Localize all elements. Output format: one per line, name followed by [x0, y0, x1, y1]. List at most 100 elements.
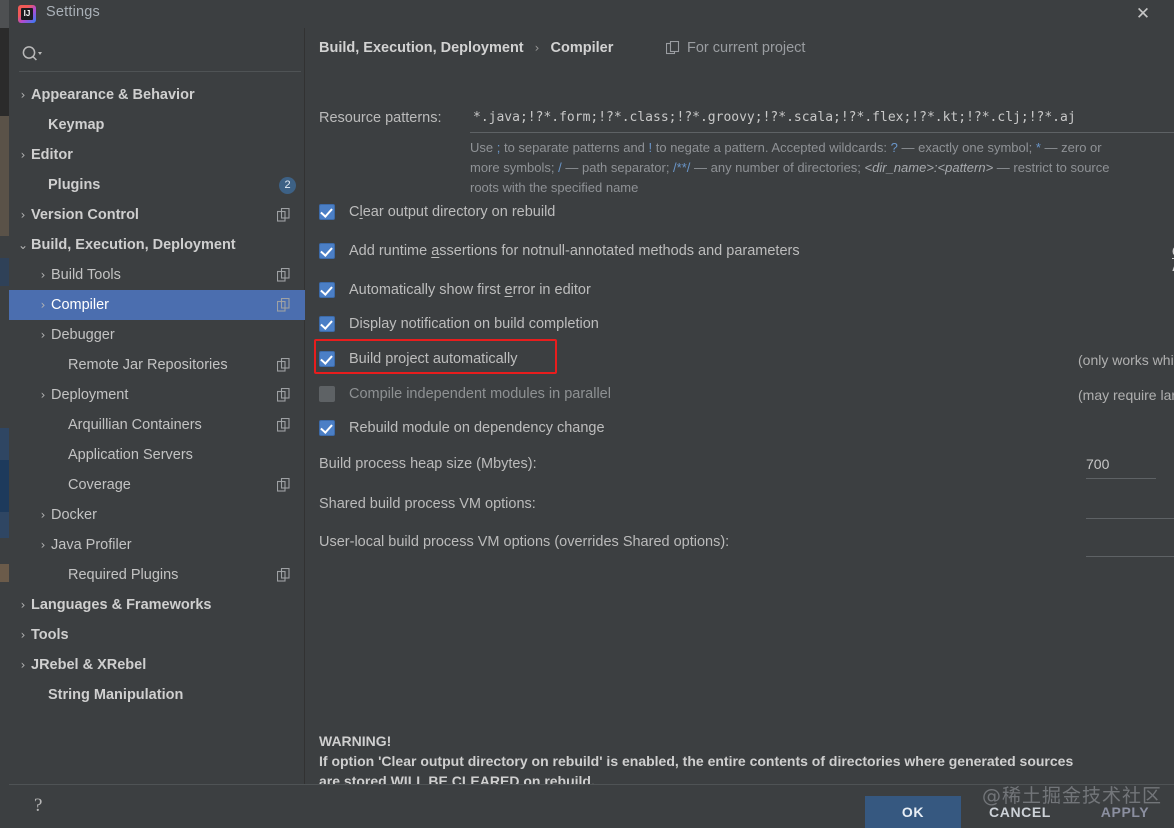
- checkbox-indicator[interactable]: [319, 316, 335, 332]
- checkbox-clear-output-directory-on-rebuild[interactable]: Clear output directory on rebuild: [319, 204, 555, 220]
- settings-tree: › Appearance & Behavior Keymap › Editor Plugi…: [9, 80, 305, 784]
- sidebar-divider: [19, 71, 301, 72]
- checkbox-rebuild-module-on-dependency-change[interactable]: Rebuild module on dependency change: [319, 420, 605, 436]
- sidebar-item-label: Arquillian Containers: [68, 417, 202, 433]
- chevron-right-icon[interactable]: ›: [35, 508, 51, 522]
- chevron-right-icon[interactable]: ›: [35, 298, 51, 312]
- settings-main-panel: Build, Execution, Deployment › Compiler …: [306, 28, 1174, 784]
- field-underline: [1086, 478, 1156, 479]
- chevron-right-icon[interactable]: ›: [35, 328, 51, 342]
- for-current-project-button[interactable]: For current project: [666, 40, 805, 56]
- resource-patterns-input[interactable]: [471, 109, 1174, 126]
- sidebar-item-build-execution-deployment[interactable]: ⌄ Build, Execution, Deployment: [9, 230, 305, 260]
- checkbox-indicator[interactable]: [319, 386, 335, 402]
- sidebar-item-label: Remote Jar Repositories: [68, 357, 228, 373]
- sidebar-item-arquillian-containers[interactable]: Arquillian Containers: [9, 410, 305, 440]
- close-icon[interactable]: ✕: [1120, 0, 1166, 28]
- search-icon[interactable]: [21, 44, 43, 64]
- sidebar-item-label: Debugger: [51, 327, 115, 343]
- copy-settings-icon[interactable]: [277, 298, 291, 312]
- copy-settings-icon[interactable]: [277, 418, 291, 432]
- sidebar-item-tools[interactable]: › Tools: [9, 620, 305, 650]
- sidebar-item-compiler[interactable]: › Compiler: [9, 290, 305, 320]
- checkbox-indicator[interactable]: [319, 243, 335, 259]
- checkbox-add-runtime-assertions-for-notnull-annotated-met[interactable]: Add runtime assertions for notnull-annot…: [319, 243, 800, 259]
- breadcrumb-category[interactable]: Build, Execution, Deployment: [319, 40, 524, 56]
- sidebar-item-appearance-behavior[interactable]: › Appearance & Behavior: [9, 80, 305, 110]
- search-row: [9, 37, 305, 71]
- checkbox-display-notification-on-build-completion[interactable]: Display notification on build completion: [319, 316, 599, 332]
- checkbox-indicator[interactable]: [319, 204, 335, 220]
- sidebar-item-build-tools[interactable]: › Build Tools: [9, 260, 305, 290]
- copy-settings-icon[interactable]: [277, 208, 291, 222]
- help-button[interactable]: ?: [34, 795, 42, 817]
- sidebar-item-jrebel-xrebel[interactable]: › JRebel & XRebel: [9, 650, 305, 680]
- plugins-update-badge: 2: [279, 177, 296, 194]
- checkbox-build-project-automatically[interactable]: Build project automatically: [319, 351, 517, 367]
- checkbox-indicator[interactable]: [319, 282, 335, 298]
- sidebar-item-label: Build, Execution, Deployment: [31, 237, 236, 253]
- sidebar-item-plugins[interactable]: Plugins 2: [9, 170, 305, 200]
- sidebar-item-label: Deployment: [51, 387, 129, 403]
- checkbox-label: Clear output directory on rebuild: [349, 204, 556, 220]
- chevron-right-icon[interactable]: ›: [35, 388, 51, 402]
- settings-sidebar: › Appearance & Behavior Keymap › Editor Plugi…: [9, 28, 305, 784]
- checkbox-compile-independent-modules-in-parallel[interactable]: Compile independent modules in parallel: [319, 386, 611, 402]
- apply-button[interactable]: APPLY: [1082, 796, 1168, 828]
- field-underline: [1086, 556, 1174, 557]
- resource-patterns-label: Resource patterns:: [319, 110, 442, 126]
- checkbox-label: Compile independent modules in parallel: [349, 386, 611, 402]
- copy-settings-icon[interactable]: [277, 268, 291, 282]
- chevron-right-icon[interactable]: ›: [35, 538, 51, 552]
- warning-line-1: If option 'Clear output directory on reb…: [319, 753, 1074, 769]
- resource-patterns-field[interactable]: [470, 108, 1174, 133]
- sidebar-item-label: Coverage: [68, 477, 131, 493]
- checkbox-indicator[interactable]: [319, 351, 335, 367]
- sidebar-item-string-manipulation[interactable]: String Manipulation: [9, 680, 305, 710]
- chevron-right-icon[interactable]: ›: [15, 598, 31, 612]
- sidebar-item-deployment[interactable]: › Deployment: [9, 380, 305, 410]
- sidebar-item-required-plugins[interactable]: Required Plugins: [9, 560, 305, 590]
- sidebar-item-label: Version Control: [31, 207, 139, 223]
- chevron-down-icon[interactable]: ⌄: [15, 238, 31, 252]
- copy-settings-icon[interactable]: [277, 388, 291, 402]
- sidebar-item-application-servers[interactable]: Application Servers: [9, 440, 305, 470]
- sidebar-item-label: Docker: [51, 507, 97, 523]
- field-value-build-process-heap-size-mbytes[interactable]: 700: [1086, 456, 1156, 472]
- chevron-right-icon[interactable]: ›: [35, 268, 51, 282]
- sidebar-item-label: Tools: [31, 627, 69, 643]
- checkbox-indicator[interactable]: [319, 420, 335, 436]
- sidebar-item-languages-frameworks[interactable]: › Languages & Frameworks: [9, 590, 305, 620]
- sidebar-item-coverage[interactable]: Coverage: [9, 470, 305, 500]
- chevron-right-icon[interactable]: ›: [15, 628, 31, 642]
- chevron-right-icon[interactable]: ›: [15, 208, 31, 222]
- sidebar-item-keymap[interactable]: Keymap: [9, 110, 305, 140]
- search-input[interactable]: [47, 41, 291, 67]
- help-line-3: roots with the specified name: [470, 180, 639, 195]
- sidebar-item-label: Languages & Frameworks: [31, 597, 212, 613]
- checkbox-label: Build project automatically: [349, 351, 518, 367]
- sidebar-item-docker[interactable]: › Docker: [9, 500, 305, 530]
- warning-line-2: are stored WILL BE CLEARED on rebuild.: [319, 773, 595, 784]
- ok-button[interactable]: OK: [865, 796, 961, 828]
- sidebar-item-version-control[interactable]: › Version Control: [9, 200, 305, 230]
- sidebar-item-java-profiler[interactable]: › Java Profiler: [9, 530, 305, 560]
- chevron-right-icon[interactable]: ›: [15, 148, 31, 162]
- checkbox-label: Add runtime assertions for notnull-annot…: [349, 243, 800, 259]
- checkbox-label: Rebuild module on dependency change: [349, 420, 605, 436]
- copy-settings-icon[interactable]: [277, 358, 291, 372]
- sidebar-item-debugger[interactable]: › Debugger: [9, 320, 305, 350]
- chevron-right-icon[interactable]: ›: [15, 658, 31, 672]
- warning-title: WARNING!: [319, 733, 392, 749]
- sidebar-item-editor[interactable]: › Editor: [9, 140, 305, 170]
- checkbox-automatically-show-first-error-in-editor[interactable]: Automatically show first error in editor: [319, 282, 591, 298]
- intellij-idea-icon: IJ: [18, 5, 36, 23]
- cancel-button[interactable]: CANCEL: [972, 796, 1068, 828]
- sidebar-item-label: Editor: [31, 147, 73, 163]
- copy-settings-icon[interactable]: [277, 478, 291, 492]
- copy-settings-icon[interactable]: [277, 568, 291, 582]
- warning-message: WARNING! If option 'Clear output directo…: [319, 731, 1174, 784]
- sidebar-item-label: Keymap: [48, 117, 105, 133]
- chevron-right-icon[interactable]: ›: [15, 88, 31, 102]
- sidebar-item-remote-jar-repositories[interactable]: Remote Jar Repositories: [9, 350, 305, 380]
